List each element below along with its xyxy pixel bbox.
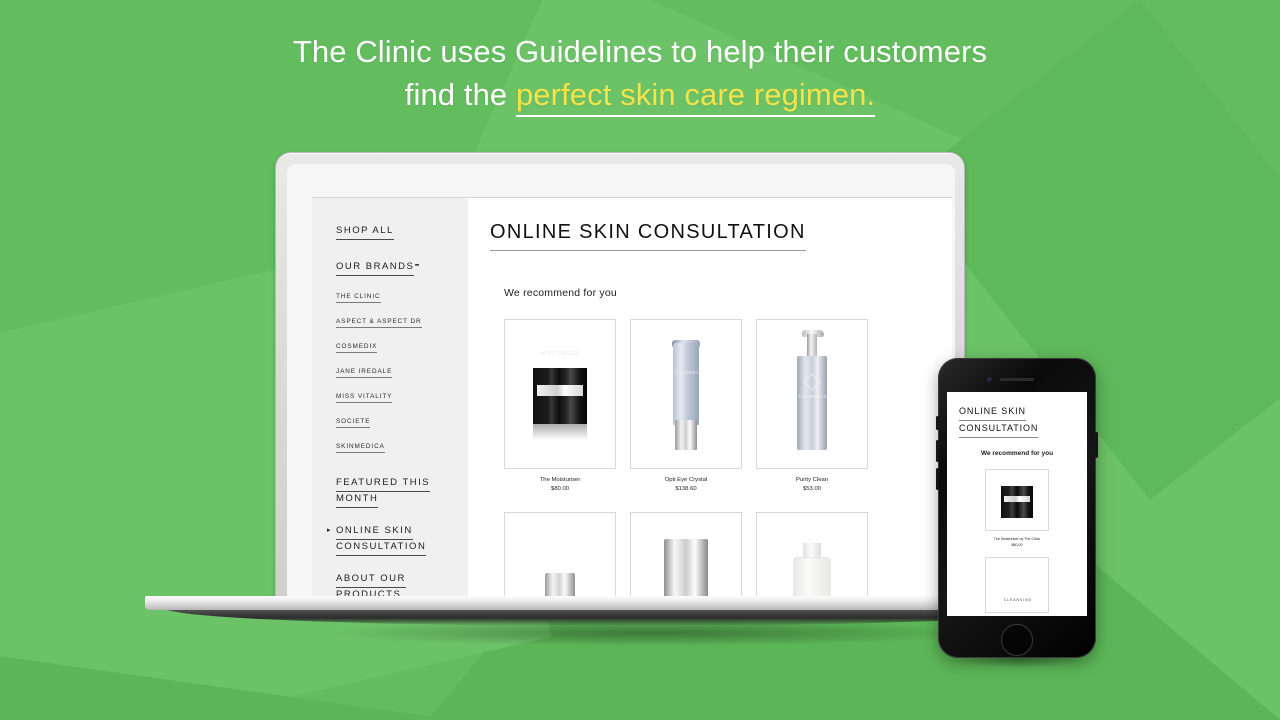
moisturiser-jar-graphic bbox=[533, 368, 587, 440]
brand-item[interactable]: JANE IREDALE bbox=[336, 360, 468, 385]
website: SHOP ALL OUR BRANDS- THE CLINIC ASPECT &… bbox=[312, 198, 952, 609]
brand-label: ASPECT & ASPECT DR bbox=[336, 316, 422, 328]
brand-label: COSMEDIX bbox=[336, 341, 378, 353]
brand-item[interactable]: THE CLINIC bbox=[336, 285, 468, 310]
product-caption: Purity Clean $53.00 bbox=[756, 476, 868, 494]
sidebar-item-label-consultation-1: ONLINE SKIN bbox=[336, 524, 413, 540]
brand-label: JANE IREDALE bbox=[336, 366, 393, 378]
sidebar-item-label-our-brands: OUR BRANDS bbox=[336, 260, 415, 276]
phone-mockup: ONLINE SKIN CONSULTATION We recommend fo… bbox=[936, 358, 1098, 658]
brand-item[interactable]: SKINMEDICA bbox=[336, 435, 468, 460]
phone-product-2-label: CLEANSING bbox=[1003, 598, 1033, 602]
headline-line-2: find the perfect skin care regimen. bbox=[0, 73, 1280, 117]
our-brands-dash: - bbox=[414, 256, 420, 273]
product-name: The Moisturiser bbox=[539, 477, 581, 483]
phone-power-button[interactable] bbox=[1095, 432, 1098, 458]
sidebar-group-our-brands: OUR BRANDS- THE CLINIC ASPECT & ASPECT D… bbox=[336, 256, 468, 460]
brand-label: THE CLINIC bbox=[336, 291, 381, 303]
laptop-screen: SHOP ALL OUR BRANDS- THE CLINIC ASPECT &… bbox=[312, 197, 952, 609]
product-image bbox=[630, 512, 742, 609]
active-arrow-icon: ▸ bbox=[327, 527, 331, 534]
product-price: $80.00 bbox=[550, 486, 570, 492]
phone-screen: ONLINE SKIN CONSULTATION We recommend fo… bbox=[947, 392, 1087, 616]
phone-volume-down-button[interactable] bbox=[936, 468, 939, 490]
phone-volume-up-button[interactable] bbox=[936, 440, 939, 462]
sidebar-item-label-featured-2: MONTH bbox=[336, 492, 379, 508]
product-card[interactable] bbox=[504, 512, 616, 609]
cleanser-bottle-graphic bbox=[797, 356, 827, 450]
sidebar-group-shop-all: SHOP ALL bbox=[336, 220, 468, 240]
product-card[interactable]: COSMEDIX Opti Eye Crystal $138.60 bbox=[630, 319, 742, 494]
product-price: $53.00 bbox=[802, 486, 822, 492]
phone-silent-switch[interactable] bbox=[936, 416, 939, 430]
brand-item[interactable]: MISS VITALITY bbox=[336, 385, 468, 410]
sidebar-item-label-about-1: ABOUT OUR bbox=[336, 572, 406, 588]
eye-cream-tube-graphic bbox=[673, 343, 699, 425]
brand-label: SKINMEDICA bbox=[336, 441, 385, 453]
laptop-lid: SHOP ALL OUR BRANDS- THE CLINIC ASPECT &… bbox=[275, 152, 965, 609]
phone-product-price: $80.00 bbox=[1011, 543, 1023, 547]
brand-item[interactable]: COSMEDIX bbox=[336, 335, 468, 360]
sidebar-item-label-shop-all: SHOP ALL bbox=[336, 224, 394, 240]
product-card[interactable]: MOISTURISER The Moisturiser $80.00 bbox=[504, 319, 616, 494]
laptop-mockup: SHOP ALL OUR BRANDS- THE CLINIC ASPECT &… bbox=[145, 152, 1095, 652]
phone-page-title-line-1: ONLINE SKIN bbox=[959, 404, 1026, 421]
product-image: MOISTURISER bbox=[504, 319, 616, 469]
tall-jar-graphic bbox=[664, 539, 708, 601]
sidebar-item-our-brands[interactable]: OUR BRANDS- bbox=[336, 256, 468, 276]
phone-product-caption: The Moisturiser by The Clinic $80.00 bbox=[947, 536, 1087, 548]
product-card[interactable] bbox=[630, 512, 742, 609]
product-card[interactable]: COSMEDIX Purity Clean $53.00 bbox=[756, 319, 868, 494]
sidebar-item-shop-all[interactable]: SHOP ALL bbox=[336, 220, 468, 240]
product-image bbox=[756, 512, 868, 609]
page-title: ONLINE SKIN CONSULTATION bbox=[490, 220, 806, 251]
sidebar-item-online-skin-consultation[interactable]: ▸ ONLINE SKIN CONSULTATION bbox=[327, 524, 442, 556]
brand-label: MISS VITALITY bbox=[336, 391, 393, 403]
sidebar-item-featured-this-month[interactable]: FEATURED THIS MONTH bbox=[336, 476, 442, 508]
phone-recommend-heading: We recommend for you bbox=[980, 450, 1054, 457]
product-label-text: MOISTURISER bbox=[540, 351, 580, 357]
product-name: Opti Eye Crystal bbox=[664, 477, 708, 483]
product-grid-row-2 bbox=[504, 512, 926, 609]
main-content: ONLINE SKIN CONSULTATION We recommend fo… bbox=[468, 198, 952, 609]
tube-cap-graphic bbox=[675, 420, 697, 450]
product-price: $138.60 bbox=[675, 486, 697, 492]
product-caption: Opti Eye Crystal $138.60 bbox=[630, 476, 742, 494]
phone-page-title: ONLINE SKIN CONSULTATION bbox=[959, 404, 1075, 438]
phone-home-button[interactable] bbox=[1001, 624, 1033, 656]
brand-item[interactable]: ASPECT & ASPECT DR bbox=[336, 310, 468, 335]
product-image: COSMEDIX bbox=[630, 319, 742, 469]
laptop-bezel: SHOP ALL OUR BRANDS- THE CLINIC ASPECT &… bbox=[287, 164, 955, 609]
product-card[interactable] bbox=[756, 512, 868, 609]
phone-website: ONLINE SKIN CONSULTATION We recommend fo… bbox=[947, 392, 1087, 613]
brand-list: THE CLINIC ASPECT & ASPECT DR COSMEDIX J… bbox=[336, 285, 468, 460]
brand-item[interactable]: SOCIETE bbox=[336, 410, 468, 435]
product-grid-row-1: MOISTURISER The Moisturiser $80.00 COSME… bbox=[504, 319, 926, 494]
phone-camera-icon bbox=[987, 377, 992, 382]
product-image bbox=[504, 512, 616, 609]
phone-page-title-line-2: CONSULTATION bbox=[959, 421, 1039, 438]
phone-product-card[interactable] bbox=[985, 469, 1049, 531]
recommend-heading: We recommend for you bbox=[504, 287, 617, 299]
product-label-text: COSMEDIX bbox=[671, 370, 703, 375]
headline-accent: perfect skin care regimen. bbox=[515, 77, 876, 117]
product-image: COSMEDIX bbox=[756, 319, 868, 469]
sidebar-item-label-featured-1: FEATURED THIS bbox=[336, 476, 431, 492]
phone-speaker-icon bbox=[1000, 378, 1034, 381]
pump-stem-graphic bbox=[807, 334, 817, 358]
headline-line-1: The Clinic uses Guidelines to help their… bbox=[292, 34, 988, 69]
phone-moisturiser-jar-graphic bbox=[1001, 486, 1033, 518]
headline-line-2-prefix: find the bbox=[404, 77, 516, 112]
sidebar: SHOP ALL OUR BRANDS- THE CLINIC ASPECT &… bbox=[312, 198, 468, 609]
phone-product-card-2[interactable]: CLEANSING bbox=[985, 557, 1049, 613]
product-label-text: COSMEDIX bbox=[798, 394, 828, 399]
product-name: Purity Clean bbox=[795, 477, 829, 483]
headline: The Clinic uses Guidelines to help their… bbox=[0, 30, 1280, 117]
product-caption: The Moisturiser $80.00 bbox=[504, 476, 616, 494]
brand-label: SOCIETE bbox=[336, 416, 371, 428]
sidebar-item-label-consultation-2: CONSULTATION bbox=[336, 540, 427, 556]
